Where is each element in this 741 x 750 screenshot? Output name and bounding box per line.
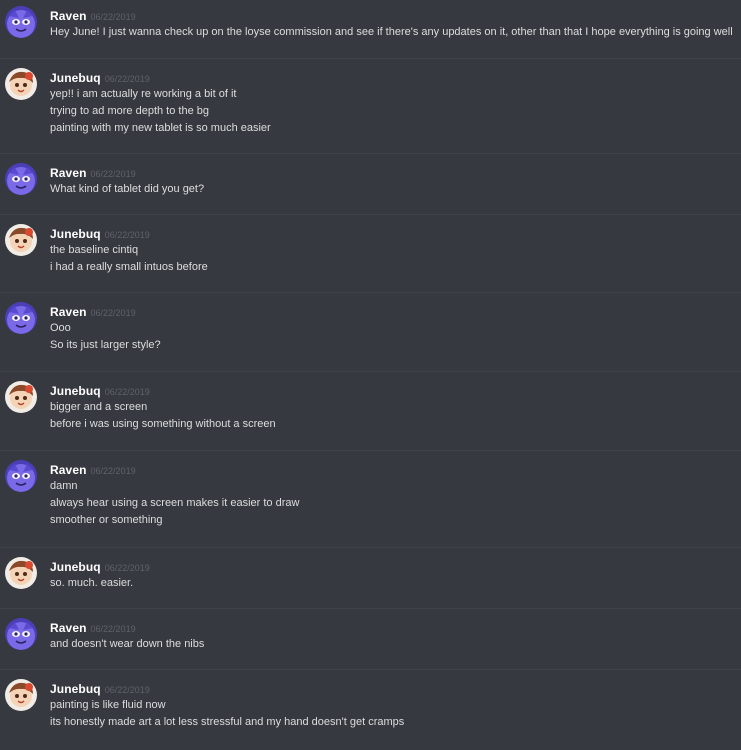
message-text: and doesn't wear down the nibs <box>50 638 205 650</box>
username[interactable]: Junebuq <box>50 682 101 696</box>
timestamp: 06/22/2019 <box>90 466 136 476</box>
message-text: always hear using a screen makes it easi… <box>50 497 300 509</box>
message-text: So its just larger style? <box>50 339 161 351</box>
message-header: Junebuq 06/22/2019 <box>50 558 150 576</box>
junebuq-avatar[interactable] <box>5 381 37 413</box>
message-group: Junebuq 06/22/2019 the baseline cintiq i ha… <box>0 218 741 282</box>
message-group: Junebuq 06/22/2019 bigger and a screen befo… <box>0 375 741 439</box>
message-header: Junebuq 06/22/2019 <box>50 680 150 698</box>
username[interactable]: Junebuq <box>50 71 101 85</box>
username[interactable]: Raven <box>50 305 87 319</box>
message-group: Raven 06/22/2019 What kind of tablet did y… <box>0 157 741 204</box>
raven-avatar[interactable] <box>5 163 37 195</box>
message-text: damn <box>50 480 78 492</box>
timestamp: 06/22/2019 <box>104 563 150 573</box>
message-text: bigger and a screen <box>50 401 148 413</box>
junebuq-avatar[interactable] <box>5 679 37 711</box>
message-header: Junebuq 06/22/2019 <box>50 69 150 87</box>
timestamp: 06/22/2019 <box>90 308 136 318</box>
username[interactable]: Junebuq <box>50 227 101 241</box>
username[interactable]: Raven <box>50 621 87 635</box>
message-group: Junebuq 06/22/2019 yep!! i am actually re … <box>0 62 741 143</box>
message-header: Junebuq 06/22/2019 <box>50 382 150 400</box>
message-divider <box>0 153 741 154</box>
timestamp: 06/22/2019 <box>104 230 150 240</box>
message-group: Junebuq 06/22/2019 painting is like fluid … <box>0 673 741 737</box>
timestamp: 06/22/2019 <box>104 74 150 84</box>
timestamp: 06/22/2019 <box>104 387 150 397</box>
message-text: painting with my new tablet is so much e… <box>50 122 271 134</box>
message-divider <box>0 214 741 215</box>
raven-avatar[interactable] <box>5 6 37 38</box>
username[interactable]: Junebuq <box>50 560 101 574</box>
message-text: smoother or something <box>50 514 163 526</box>
message-text: Hey June! I just wanna check up on the l… <box>50 26 733 38</box>
timestamp: 06/22/2019 <box>90 624 136 634</box>
chat-log: Raven 06/22/2019 Hey June! I just wanna ch… <box>0 0 741 750</box>
junebuq-avatar[interactable] <box>5 557 37 589</box>
username[interactable]: Raven <box>50 463 87 477</box>
username[interactable]: Junebuq <box>50 384 101 398</box>
raven-avatar[interactable] <box>5 618 37 650</box>
message-divider <box>0 547 741 548</box>
message-header: Junebuq 06/22/2019 <box>50 225 150 243</box>
message-header: Raven 06/22/2019 <box>50 7 136 25</box>
message-divider <box>0 608 741 609</box>
message-text: i had a really small intuos before <box>50 261 208 273</box>
message-divider <box>0 58 741 59</box>
message-divider <box>0 292 741 293</box>
message-header: Raven 06/22/2019 <box>50 164 136 182</box>
message-text: What kind of tablet did you get? <box>50 183 205 195</box>
message-header: Raven 06/22/2019 <box>50 619 136 637</box>
timestamp: 06/22/2019 <box>104 685 150 695</box>
message-divider <box>0 669 741 670</box>
message-header: Raven 06/22/2019 <box>50 303 136 321</box>
timestamp: 06/22/2019 <box>90 12 136 22</box>
message-group: Raven 06/22/2019 Hey June! I just wanna ch… <box>0 0 741 47</box>
message-text: its honestly made art a lot less stressf… <box>50 716 405 728</box>
username[interactable]: Raven <box>50 166 87 180</box>
message-divider <box>0 371 741 372</box>
message-group: Raven 06/22/2019 Ooo So its just larger sty… <box>0 296 741 360</box>
message-text: Ooo <box>50 322 71 334</box>
message-group: Junebuq 06/22/2019 so. much. easier. <box>0 551 741 598</box>
raven-avatar[interactable] <box>5 460 37 492</box>
message-divider <box>0 450 741 451</box>
junebuq-avatar[interactable] <box>5 68 37 100</box>
message-text: before i was using something without a s… <box>50 418 276 430</box>
message-text: painting is like fluid now <box>50 699 166 711</box>
raven-avatar[interactable] <box>5 302 37 334</box>
message-text: so. much. easier. <box>50 577 134 589</box>
message-group: Raven 06/22/2019 and doesn't wear down the… <box>0 612 741 659</box>
username[interactable]: Raven <box>50 9 87 23</box>
message-header: Raven 06/22/2019 <box>50 461 136 479</box>
message-text: the baseline cintiq <box>50 244 139 256</box>
timestamp: 06/22/2019 <box>90 169 136 179</box>
message-text: trying to ad more depth to the bg <box>50 105 209 117</box>
message-group: Raven 06/22/2019 damn always hear using a s… <box>0 454 741 535</box>
junebuq-avatar[interactable] <box>5 224 37 256</box>
message-text: yep!! i am actually re working a bit of … <box>50 88 237 100</box>
